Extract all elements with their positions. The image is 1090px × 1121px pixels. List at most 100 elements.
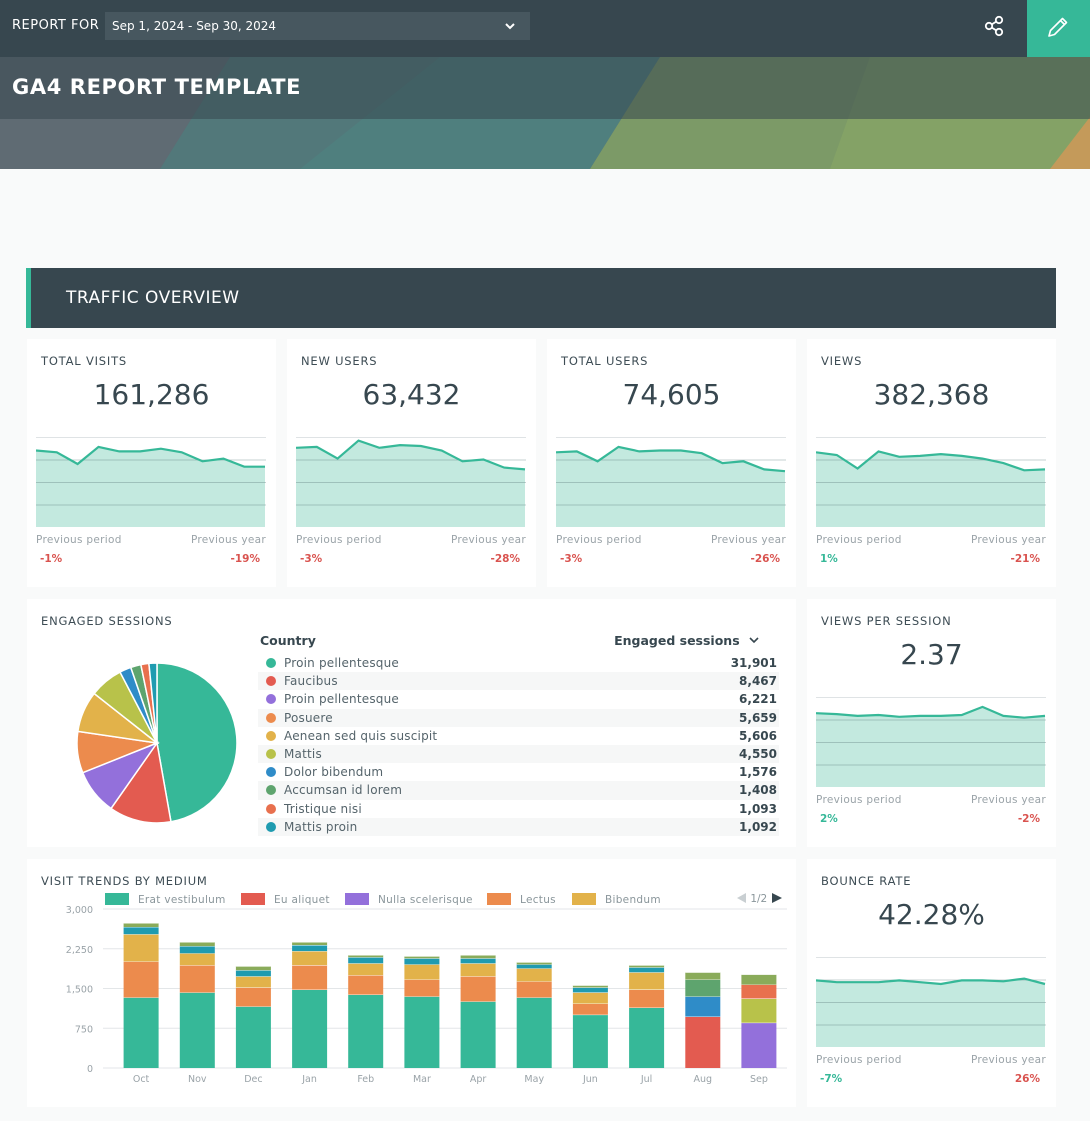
- bar-segment-mar-4: [404, 964, 440, 980]
- previous-year-label: Previous year: [190, 534, 266, 546]
- previous-period-label: Previous period: [816, 794, 902, 806]
- bar-segment-aug-1: [685, 1016, 721, 1068]
- country-row[interactable]: Proin pellentesque 31,901: [258, 654, 779, 672]
- bar-segment-feb-3: [348, 975, 384, 995]
- y-tick-label: 1,500: [66, 985, 93, 996]
- x-tick-label: Nov: [188, 1074, 207, 1085]
- x-tick-label: Jul: [640, 1074, 652, 1085]
- previous-year-change: -28%: [490, 553, 521, 565]
- bar-segment-jan-4: [292, 951, 328, 966]
- country-row[interactable]: Accumsan id lorem 1,408: [258, 781, 779, 800]
- country-row[interactable]: Aenean sed quis suscipit 5,606: [258, 727, 779, 745]
- bar-segment-may-4: [516, 968, 552, 982]
- country-name: Aenean sed quis suscipit: [284, 728, 438, 743]
- legend-dot: [266, 658, 276, 668]
- previous-period-change: -3%: [300, 553, 323, 565]
- bar-segment-feb-8: [348, 957, 384, 964]
- country-row[interactable]: Mattis proin 1,092: [258, 817, 779, 836]
- bar-segment-jun-0: [572, 1014, 608, 1068]
- share-button[interactable]: [980, 12, 1010, 42]
- date-range-select[interactable]: Sep 1, 2024 - Sep 30, 2024: [105, 12, 530, 40]
- country-row[interactable]: Faucibus 8,467: [258, 672, 779, 691]
- legend-dot: [266, 803, 276, 814]
- pencil-icon: [1048, 17, 1068, 37]
- bar-segment-dec-0: [235, 1006, 271, 1068]
- bar-segment-oct-3: [123, 961, 159, 998]
- bar-segment-jun-8: [572, 987, 608, 993]
- country-row[interactable]: Dolor bibendum 1,576: [258, 763, 779, 781]
- engaged-sessions-value: 1,408: [739, 783, 777, 798]
- bar-segment-oct-4: [123, 934, 159, 962]
- country-name: Proin pellentesque: [284, 692, 399, 707]
- bar-segment-sep-5: [741, 998, 777, 1023]
- y-tick-label: 3,000: [66, 905, 93, 916]
- bar-segment-dec-4: [235, 976, 271, 988]
- bar-segment-jan-8: [292, 945, 328, 952]
- x-tick-label: Aug: [693, 1074, 712, 1085]
- x-tick-label: Dec: [244, 1074, 262, 1085]
- x-tick-label: Jan: [301, 1074, 317, 1085]
- bar-segment-sep-10: [741, 974, 777, 985]
- previous-period-label: Previous period: [296, 534, 382, 546]
- header-banner: GA4 REPORT TEMPLATE: [0, 57, 1090, 169]
- bar-segment-aug-10: [685, 972, 721, 980]
- bar-segment-nov-3: [179, 965, 215, 993]
- previous-period-label: Previous period: [816, 1054, 902, 1066]
- bar-segment-jul-4: [629, 972, 665, 990]
- bar-segment-aug-9: [685, 979, 721, 997]
- column-header-country[interactable]: Country: [260, 633, 316, 648]
- bar-segment-aug-6: [685, 996, 721, 1017]
- kpi-sparkline: [816, 437, 1046, 527]
- bar-segment-mar-8: [404, 958, 440, 965]
- column-header-engaged-sessions[interactable]: Engaged sessions: [614, 633, 760, 648]
- x-tick-label: Feb: [357, 1074, 374, 1085]
- bar-segment-oct-10: [123, 923, 159, 927]
- bar-segment-feb-4: [348, 963, 384, 976]
- country-row[interactable]: Mattis 4,550: [258, 745, 779, 764]
- sort-chevron-down-icon: [749, 637, 759, 644]
- country-name: Posuere: [284, 710, 333, 725]
- kpi-card-total-users: TOTAL USERS 74,605 Previous period Previous…: [547, 339, 796, 587]
- visit-trends-bar-chart: 0 750 1,500 2,250 3,000 Oct Nov Dec Jan Feb Mar Apr…: [66, 905, 787, 1085]
- sparkline-line: [816, 705, 1046, 719]
- engaged-sessions-value: 4,550: [739, 747, 777, 761]
- country-name: Faucibus: [284, 674, 338, 689]
- engaged-sessions-title: ENGAGED SESSIONS: [41, 614, 173, 628]
- country-row[interactable]: Proin pellentesque 6,221: [258, 690, 779, 708]
- bar-segment-sep-2: [741, 1022, 777, 1068]
- previous-year-change: 26%: [1014, 1073, 1040, 1085]
- kpi-card-views: VIEWS 382,368 Previous period Previous year…: [807, 339, 1056, 587]
- kpi-value: 161,286: [93, 378, 210, 411]
- engaged-sessions-value: 31,901: [730, 656, 777, 670]
- bar-segment-mar-0: [404, 996, 440, 1068]
- y-tick-label: 750: [75, 1024, 93, 1035]
- bar-segment-jan-3: [292, 965, 328, 990]
- kpi-card-total-visits: TOTAL VISITS 161,286 Previous period Previo…: [27, 339, 276, 587]
- x-tick-label: Jun: [582, 1074, 598, 1085]
- page-title: GA4 REPORT TEMPLATE: [12, 75, 302, 99]
- x-tick-label: Sep: [750, 1074, 768, 1085]
- previous-period-change: 2%: [820, 813, 838, 825]
- kpi-label: VIEWS: [821, 354, 863, 368]
- country-name: Mattis proin: [284, 819, 358, 834]
- kpi-sparkline: [816, 697, 1046, 787]
- engaged-sessions-pie-chart: [76, 662, 238, 824]
- legend-dot: [266, 730, 276, 741]
- previous-year-label: Previous year: [710, 534, 786, 546]
- kpi-label: TOTAL USERS: [561, 354, 649, 368]
- sparkline-area: [816, 978, 1045, 1047]
- bar-segment-oct-8: [123, 927, 159, 935]
- previous-period-change: -7%: [820, 1073, 843, 1085]
- country-row[interactable]: Posuere 5,659: [258, 708, 779, 727]
- engaged-sessions-value: 1,092: [739, 819, 777, 834]
- legend-dot: [266, 749, 276, 759]
- x-tick-label: May: [524, 1074, 544, 1085]
- bar-segment-apr-8: [460, 958, 496, 964]
- bar-segment-jan-0: [292, 989, 328, 1068]
- bar-segment-may-8: [516, 964, 552, 969]
- edit-button[interactable]: [1027, 0, 1090, 57]
- country-row[interactable]: Tristique nisi 1,093: [258, 800, 779, 818]
- kpi-label: VIEWS PER SESSION: [821, 614, 952, 628]
- kpi-sparkline: [296, 437, 526, 527]
- sparkline-area: [816, 706, 1045, 787]
